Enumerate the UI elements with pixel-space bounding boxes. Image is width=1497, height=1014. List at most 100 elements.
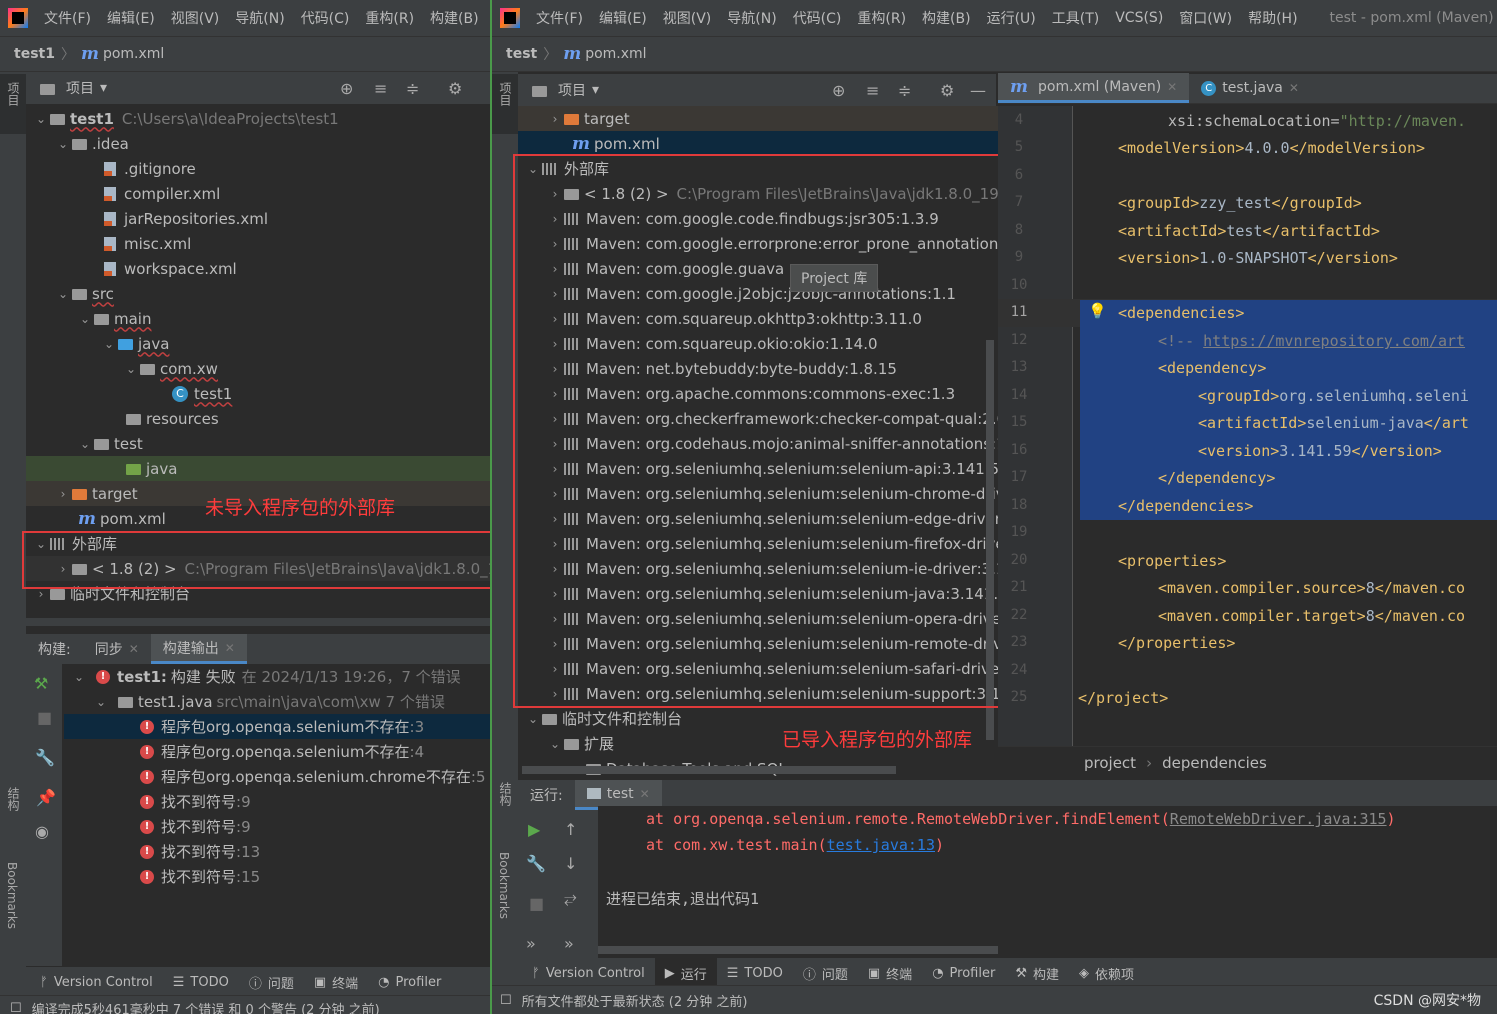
menu-tools[interactable]: 工具(T) bbox=[1044, 8, 1107, 28]
profiler-button[interactable]: ◔ Profiler bbox=[922, 958, 1005, 988]
close-icon[interactable]: ✕ bbox=[1167, 80, 1177, 94]
stop-icon[interactable]: ■ bbox=[37, 708, 52, 727]
menu-window[interactable]: 窗口(W) bbox=[1171, 8, 1240, 28]
tree-item-library[interactable]: › Maven: com.squareup.okhttp3:okhttp:3.11… bbox=[518, 306, 998, 331]
tree-item-test1-class[interactable]: Ctest1 bbox=[26, 381, 490, 406]
tree-item-library[interactable]: › Maven: com.google.guava bbox=[518, 256, 998, 281]
project-stripe-button[interactable]: 项目 bbox=[492, 74, 518, 134]
todo-button[interactable]: ☰ TODO bbox=[717, 958, 793, 988]
structure-stripe-label[interactable]: 结构 bbox=[5, 787, 22, 811]
breadcrumb-file[interactable]: pom.xml bbox=[585, 46, 646, 62]
build-file[interactable]: ⌄ test1.java src\main\java\com\xw 7 个错误 bbox=[64, 689, 490, 714]
tree-item-src[interactable]: ⌄ src bbox=[26, 281, 490, 306]
project-stripe-button[interactable]: 项目 bbox=[0, 74, 26, 134]
stacktrace-link[interactable]: RemoteWebDriver.java:315 bbox=[1170, 810, 1387, 828]
stop-icon[interactable]: ■ bbox=[529, 894, 544, 913]
tree-item-java[interactable]: ⌄ java bbox=[26, 331, 490, 356]
build-error-item[interactable]: ! 找不到符号:9 bbox=[64, 814, 490, 839]
close-icon[interactable]: ✕ bbox=[225, 641, 235, 655]
version-control-button[interactable]: ᚠ Version Control bbox=[30, 967, 163, 997]
tree-item-library[interactable]: › Maven: com.google.errorprone:error_pron… bbox=[518, 231, 998, 256]
wrench-icon[interactable]: 🔧 bbox=[35, 748, 55, 767]
pin-icon[interactable]: 📌 bbox=[36, 788, 56, 807]
tree-item-resources[interactable]: resources bbox=[26, 406, 490, 431]
collapse-all-icon[interactable]: ≑ bbox=[406, 79, 419, 98]
tree-item-external-libraries[interactable]: ⌄ 外部库 bbox=[518, 156, 998, 181]
tree-item-library[interactable]: › Maven: org.seleniumhq.selenium:selenium… bbox=[518, 631, 998, 656]
tree-item-idea[interactable]: ⌄ .idea bbox=[26, 131, 490, 156]
menu-file[interactable]: 文件(F) bbox=[528, 8, 591, 28]
tree-item-gitignore[interactable]: .gitignore bbox=[26, 156, 490, 181]
tree-item-main[interactable]: ⌄ main bbox=[26, 306, 490, 331]
locate-icon[interactable]: ⊕ bbox=[832, 81, 845, 100]
tree-item-misc[interactable]: misc.xml bbox=[26, 231, 490, 256]
tree-item-external-libraries[interactable]: ⌄ 外部库 bbox=[26, 531, 490, 556]
gear-icon[interactable]: ⚙ bbox=[448, 79, 462, 98]
tree-item-library[interactable]: › Maven: org.seleniumhq.selenium:selenium… bbox=[518, 606, 998, 631]
eye-icon[interactable]: ◉ bbox=[35, 822, 49, 841]
tree-item-pom[interactable]: m pom.xml bbox=[518, 131, 998, 156]
tree-item-jarrepo[interactable]: jarRepositories.xml bbox=[26, 206, 490, 231]
menu-refactor[interactable]: 重构(R) bbox=[849, 8, 914, 28]
menu-navigate[interactable]: 导航(N) bbox=[227, 8, 292, 28]
bulb-icon[interactable]: 💡 bbox=[1088, 302, 1107, 320]
project-view-selector[interactable]: 项目 ▾ bbox=[532, 80, 599, 100]
tree-item-library[interactable]: › Maven: org.codehaus.mojo:animal-sniffer… bbox=[518, 431, 998, 456]
problems-button[interactable]: ⓘ 问题 bbox=[239, 967, 304, 997]
menu-edit[interactable]: 编辑(E) bbox=[99, 8, 163, 28]
down-arrow-icon[interactable]: ↓ bbox=[564, 854, 577, 873]
todo-button[interactable]: ☰ TODO bbox=[163, 967, 239, 997]
wrench-icon[interactable]: 🔧 bbox=[526, 854, 546, 873]
locate-icon[interactable]: ⊕ bbox=[340, 79, 353, 98]
build-error-item[interactable]: ! 程序包org.openqa.selenium不存在:4 bbox=[64, 739, 490, 764]
tree-item-library[interactable]: › Maven: net.bytebuddy:byte-buddy:1.8.15 bbox=[518, 356, 998, 381]
tree-item-library[interactable]: › Maven: org.apache.commons:commons-exec:… bbox=[518, 381, 998, 406]
more-icon[interactable]: » bbox=[526, 934, 536, 953]
hammer-icon[interactable]: ⚒ bbox=[34, 674, 48, 693]
run-console[interactable]: at org.openqa.selenium.remote.RemoteWebD… bbox=[598, 806, 1497, 958]
bookmarks-stripe-label[interactable]: Bookmarks bbox=[5, 862, 19, 929]
code-editor[interactable]: 💡 4 5 6 7 8 9 10 11 12 13 14 15 16 17 18… bbox=[998, 106, 1497, 746]
tree-item-root[interactable]: ⌄ test1 C:\Users\a\IdeaProjects\test1 bbox=[26, 106, 490, 131]
tree-item-library[interactable]: › Maven: com.google.code.findbugs:jsr305:… bbox=[518, 206, 998, 231]
editor-crumb[interactable]: project bbox=[1084, 754, 1136, 772]
tree-item-library[interactable]: › Maven: com.google.j2objc:j2objc-annotat… bbox=[518, 281, 998, 306]
menu-code[interactable]: 代码(C) bbox=[293, 8, 358, 28]
menu-refactor[interactable]: 重构(R) bbox=[357, 8, 422, 28]
version-control-button[interactable]: ᚠ Version Control bbox=[522, 958, 655, 988]
horizontal-scrollbar[interactable] bbox=[522, 766, 896, 774]
tree-item-library[interactable]: › Maven: org.seleniumhq.selenium:selenium… bbox=[518, 531, 998, 556]
breadcrumb-project[interactable]: test1 bbox=[0, 46, 55, 62]
tree-item-library[interactable]: › Maven: org.seleniumhq.selenium:selenium… bbox=[518, 506, 998, 531]
tree-item-library[interactable]: › Maven: org.seleniumhq.selenium:selenium… bbox=[518, 581, 998, 606]
dependencies-button[interactable]: ◈ 依赖项 bbox=[1069, 958, 1144, 988]
tree-item-library[interactable]: › Maven: org.seleniumhq.selenium:selenium… bbox=[518, 481, 998, 506]
tree-item-compiler[interactable]: compiler.xml bbox=[26, 181, 490, 206]
soft-wrap-icon[interactable]: ⥂ bbox=[564, 888, 577, 908]
gear-icon[interactable]: ⚙ bbox=[940, 81, 954, 100]
build-error-item[interactable]: ! 找不到符号:13 bbox=[64, 839, 490, 864]
tree-item-workspace[interactable]: workspace.xml bbox=[26, 256, 490, 281]
code-link[interactable]: https://mvnrepository.com/art bbox=[1203, 332, 1465, 350]
tab-build-output[interactable]: 构建输出 ✕ bbox=[150, 634, 247, 664]
tree-item-comxw[interactable]: ⌄ com.xw bbox=[26, 356, 490, 381]
tab-sync[interactable]: 同步 ✕ bbox=[83, 634, 151, 664]
menu-code[interactable]: 代码(C) bbox=[785, 8, 850, 28]
menu-build[interactable]: 构建(B) bbox=[914, 8, 979, 28]
project-view-selector[interactable]: 项目 ▾ bbox=[40, 78, 107, 98]
tree-item-library[interactable]: › Maven: org.seleniumhq.selenium:selenium… bbox=[518, 556, 998, 581]
rerun-icon[interactable]: ▶ bbox=[528, 820, 540, 839]
horizontal-scrollbar[interactable] bbox=[26, 618, 490, 626]
tree-item-target[interactable]: › target bbox=[518, 106, 998, 131]
horizontal-scrollbar[interactable] bbox=[598, 946, 998, 954]
problems-button[interactable]: ⓘ 问题 bbox=[793, 958, 858, 988]
menu-build[interactable]: 构建(B) bbox=[422, 8, 487, 28]
tab-test-java[interactable]: Ctest.java ✕ bbox=[1189, 73, 1311, 103]
terminal-button[interactable]: ▣ 终端 bbox=[858, 958, 922, 988]
more-icon[interactable]: » bbox=[564, 934, 574, 953]
menu-help[interactable]: 帮助(H) bbox=[1240, 8, 1305, 28]
terminal-button[interactable]: ▣ 终端 bbox=[304, 967, 368, 997]
menu-view[interactable]: 视图(V) bbox=[655, 8, 720, 28]
tree-item-jdk[interactable]: › < 1.8 (2) > C:\Program Files\JetBrains\J… bbox=[518, 181, 998, 206]
close-icon[interactable]: ✕ bbox=[1289, 81, 1299, 95]
